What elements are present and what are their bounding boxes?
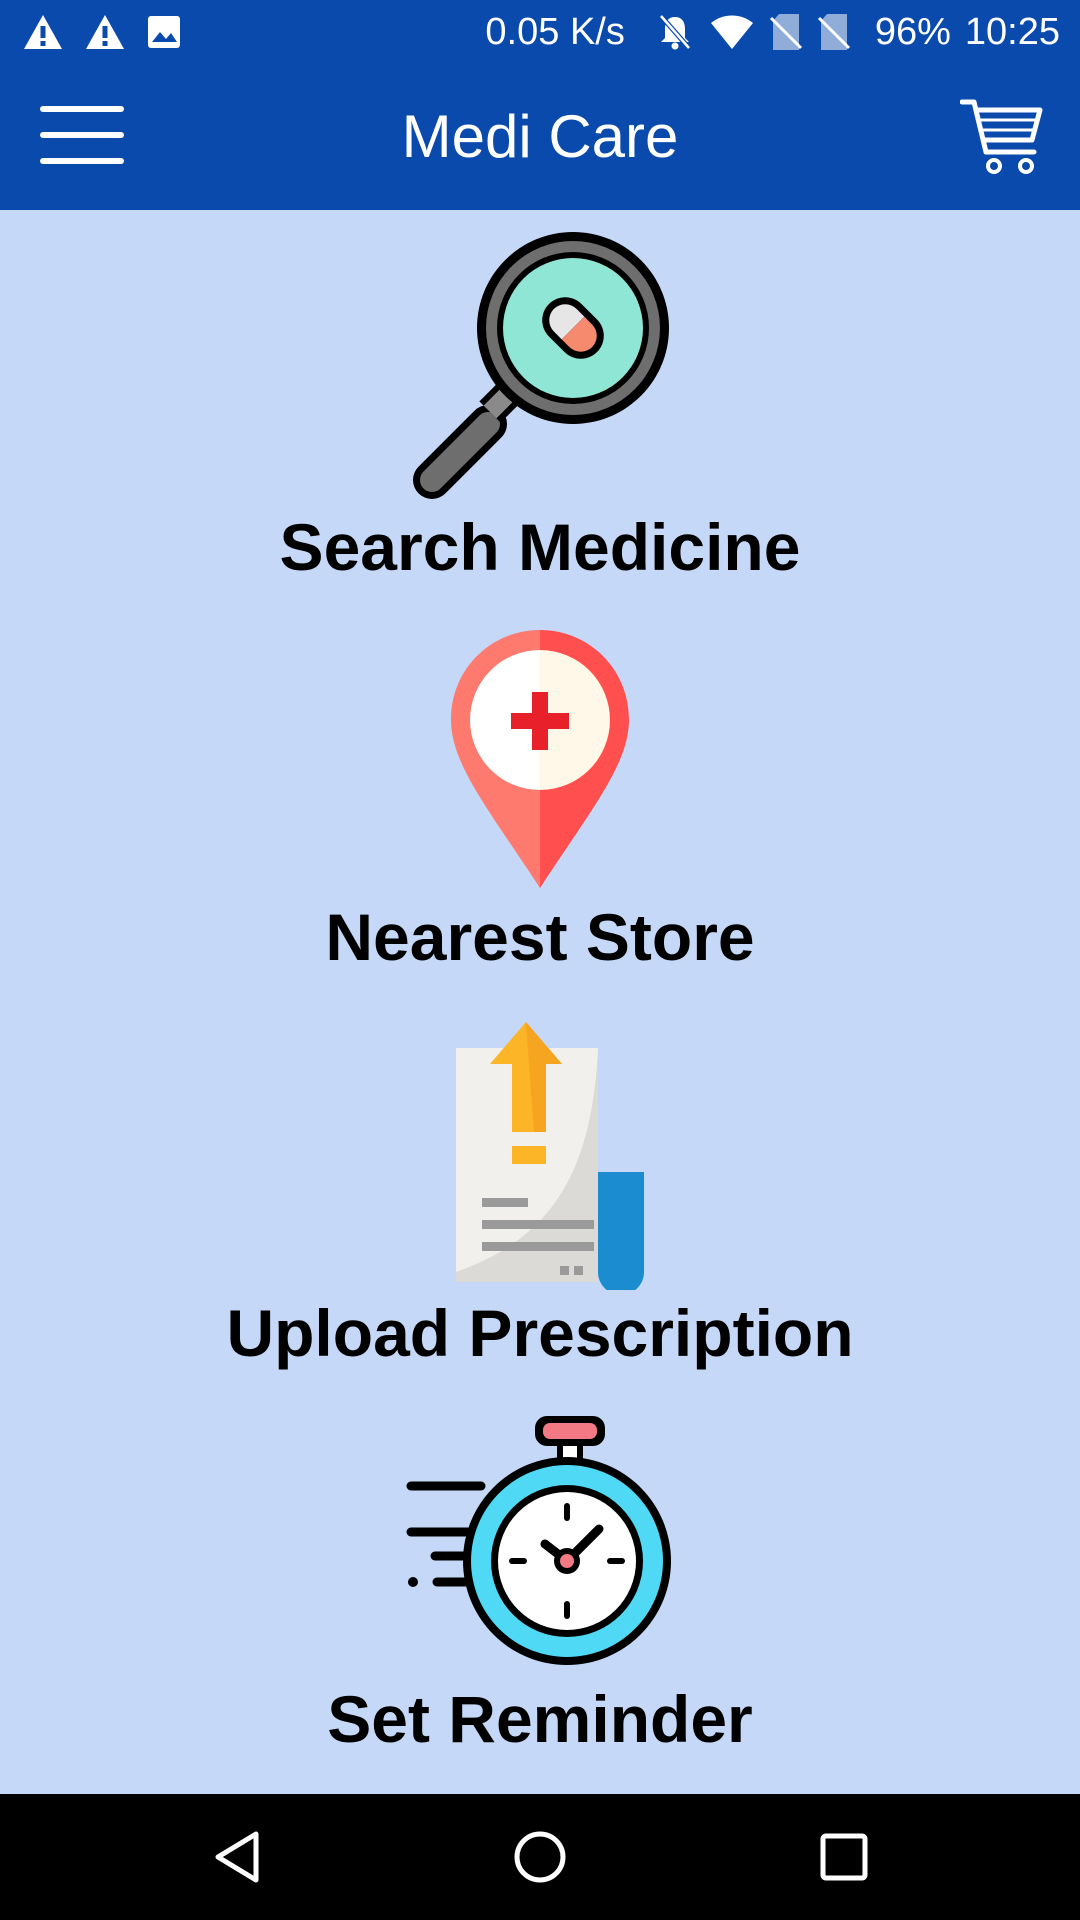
status-bar: 0.05 K/s 96% 10:25 bbox=[0, 0, 1080, 64]
app-bar: Medi Care bbox=[0, 64, 1080, 210]
warning-icon bbox=[22, 13, 64, 51]
search-medicine-button[interactable]: Search Medicine bbox=[0, 228, 1080, 585]
nearest-store-button[interactable]: Nearest Store bbox=[0, 624, 1080, 975]
battery-level: 96% bbox=[874, 10, 951, 53]
back-icon[interactable] bbox=[210, 1829, 264, 1890]
no-sim-icon bbox=[769, 12, 803, 52]
menu-item-label: Nearest Store bbox=[325, 900, 755, 974]
system-nav-bar bbox=[0, 1794, 1080, 1920]
set-reminder-button[interactable]: Set Reminder bbox=[0, 1416, 1080, 1757]
main-menu: Search Medicine Nearest Store Upload Pre… bbox=[0, 210, 1080, 1794]
magnifier-pill-icon bbox=[400, 228, 680, 509]
stopwatch-icon bbox=[405, 1416, 675, 1681]
no-sim-icon bbox=[817, 12, 851, 52]
recents-icon[interactable] bbox=[818, 1829, 870, 1890]
page-title: Medi Care bbox=[401, 103, 679, 170]
shopping-cart-icon[interactable] bbox=[959, 96, 1044, 176]
network-speed: 0.05 K/s bbox=[485, 10, 625, 53]
warning-icon bbox=[84, 13, 126, 51]
bell-muted-icon bbox=[655, 12, 695, 52]
prescription-upload-icon bbox=[420, 1020, 660, 1295]
wifi-icon bbox=[709, 13, 755, 51]
image-icon bbox=[146, 14, 182, 50]
location-pin-cross-icon bbox=[435, 624, 645, 899]
home-icon[interactable] bbox=[512, 1829, 568, 1890]
menu-item-label: Search Medicine bbox=[279, 510, 801, 584]
menu-item-label: Set Reminder bbox=[327, 1682, 753, 1756]
menu-item-label: Upload Prescription bbox=[226, 1296, 854, 1370]
clock: 10:25 bbox=[964, 10, 1060, 53]
upload-prescription-button[interactable]: Upload Prescription bbox=[0, 1020, 1080, 1371]
